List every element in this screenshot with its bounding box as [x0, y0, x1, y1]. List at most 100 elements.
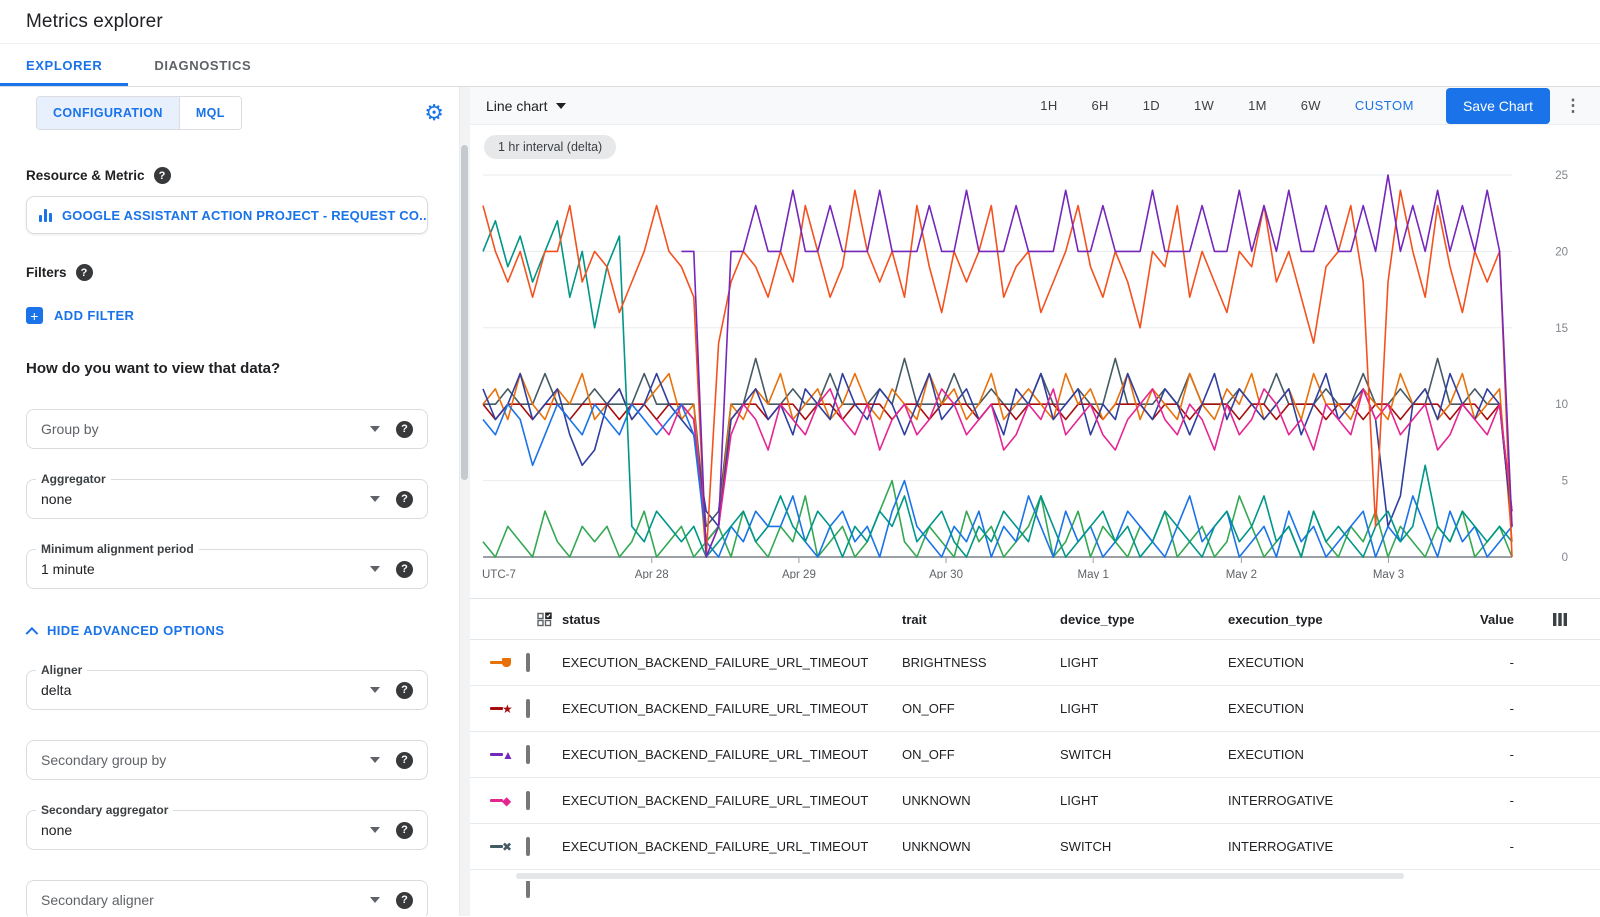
svg-text:10: 10 — [1555, 399, 1568, 411]
config-content: Resource & Metric ? GOOGLE ASSISTANT ACT… — [0, 167, 470, 916]
table-row: ◆EXECUTION_BACKEND_FAILURE_URL_TIMEOUTUN… — [470, 778, 1600, 824]
selected-metric-chip[interactable]: GOOGLE ASSISTANT ACTION PROJECT - REQUES… — [26, 196, 428, 234]
filters-label: Filters — [26, 265, 67, 280]
tab-explorer[interactable]: EXPLORER — [0, 44, 128, 86]
chart-panel: Line chart 1H 6H 1D 1W 1M 6W CUSTOM Save Char… — [470, 87, 1600, 916]
save-chart-button[interactable]: Save Chart — [1446, 88, 1550, 124]
field-secondary-aggregator[interactable]: Secondary aggregatornone? — [26, 810, 428, 850]
field-aligner[interactable]: Alignerdelta? — [26, 670, 428, 710]
config-header-row: CONFIGURATIONMQL ⚙ — [0, 87, 470, 139]
scrollbar-thumb[interactable] — [461, 145, 468, 480]
chevron-down-icon — [556, 103, 566, 109]
more-options-icon[interactable]: ⋮ — [1562, 96, 1584, 116]
add-filter-button[interactable]: + ADD FILTER — [26, 307, 428, 324]
row-checkbox[interactable] — [526, 745, 530, 764]
selected-metric-label: GOOGLE ASSISTANT ACTION PROJECT - REQUES… — [62, 208, 428, 223]
svg-text:0: 0 — [1562, 552, 1568, 564]
col-header-value[interactable]: Value — [1454, 612, 1540, 627]
select-series-icon[interactable] — [537, 612, 552, 627]
gear-icon[interactable]: ⚙ — [424, 102, 444, 124]
dropdown-caret-icon — [370, 426, 380, 432]
field-minimum-alignment-period[interactable]: Minimum alignment period1 minute? — [26, 549, 428, 589]
dropdown-caret-icon — [370, 687, 380, 693]
svg-text:May 2: May 2 — [1226, 569, 1257, 579]
help-icon[interactable]: ? — [396, 752, 413, 769]
col-header-trait[interactable]: trait — [902, 612, 1060, 627]
help-icon[interactable]: ? — [396, 561, 413, 578]
mode-button-configuration[interactable]: CONFIGURATION — [37, 97, 179, 129]
series-legend-swatch: ◆ — [490, 794, 526, 808]
cell-device-type: SWITCH — [1060, 839, 1228, 854]
config-mode-toggle: CONFIGURATIONMQL — [36, 96, 242, 130]
cell-execution-type: INTERROGATIVE — [1228, 839, 1454, 854]
cell-device-type: LIGHT — [1060, 655, 1228, 670]
dropdown-caret-icon — [370, 827, 380, 833]
dropdown-caret-icon — [370, 757, 380, 763]
help-icon[interactable]: ? — [396, 892, 413, 909]
resource-metric-label: Resource & Metric — [26, 168, 145, 183]
columns-icon[interactable] — [1552, 612, 1568, 627]
range-button-1d[interactable]: 1D — [1143, 98, 1160, 113]
advanced-fields: Alignerdelta? Secondary group by? Secondar… — [26, 670, 428, 916]
chart-toolbar: Line chart 1H 6H 1D 1W 1M 6W CUSTOM Save Char… — [470, 87, 1600, 125]
help-icon[interactable]: ? — [396, 822, 413, 839]
cell-value: - — [1454, 839, 1540, 854]
series-marker-x: ✖ — [502, 841, 512, 853]
table-header-row: statustraitdevice_typeexecution_typeValu… — [470, 598, 1600, 640]
row-checkbox[interactable] — [526, 653, 530, 672]
main: CONFIGURATIONMQL ⚙ Resource & Metric ? G… — [0, 87, 1600, 916]
chart-container[interactable]: 0510152025Apr 28Apr 29Apr 30May 1May 2Ma… — [470, 165, 1600, 584]
cell-trait: ON_OFF — [902, 701, 1060, 716]
custom-range-button[interactable]: CUSTOM — [1355, 98, 1414, 113]
timeseries-line-chart[interactable]: 0510152025Apr 28Apr 29Apr 30May 1May 2Ma… — [470, 165, 1600, 579]
configuration-panel: CONFIGURATIONMQL ⚙ Resource & Metric ? G… — [0, 87, 470, 916]
field-secondary-aligner[interactable]: Secondary aligner? — [26, 880, 428, 916]
advanced-toggle-label: HIDE ADVANCED OPTIONS — [47, 623, 224, 638]
panel-scrollbar[interactable] — [459, 87, 470, 916]
tab-diagnostics[interactable]: DIAGNOSTICS — [128, 44, 277, 86]
row-checkbox[interactable] — [526, 881, 530, 898]
cell-status: EXECUTION_BACKEND_FAILURE_URL_TIMEOUT — [562, 747, 902, 762]
range-button-1w[interactable]: 1W — [1194, 98, 1214, 113]
range-button-6w[interactable]: 6W — [1301, 98, 1321, 113]
mode-button-mql[interactable]: MQL — [179, 97, 241, 129]
svg-text:Apr 29: Apr 29 — [782, 569, 816, 579]
field-value: 1 minute — [41, 561, 354, 577]
help-icon[interactable]: ? — [396, 491, 413, 508]
hide-advanced-options-toggle[interactable]: HIDE ADVANCED OPTIONS — [26, 623, 428, 638]
svg-text:May 1: May 1 — [1078, 569, 1109, 579]
cell-trait: ON_OFF — [902, 747, 1060, 762]
row-checkbox[interactable] — [526, 791, 530, 810]
cell-status: EXECUTION_BACKEND_FAILURE_URL_TIMEOUT — [562, 655, 902, 670]
col-header-execution-type[interactable]: execution_type — [1228, 612, 1454, 627]
svg-text:UTC-7: UTC-7 — [482, 569, 516, 579]
help-icon[interactable]: ? — [76, 264, 93, 281]
field-group-by[interactable]: Group by? — [26, 409, 428, 449]
help-icon[interactable]: ? — [396, 421, 413, 438]
col-header-status[interactable]: status — [562, 612, 902, 627]
range-button-1m[interactable]: 1M — [1248, 98, 1267, 113]
chart-type-dropdown[interactable]: Line chart — [486, 98, 566, 114]
row-checkbox[interactable] — [526, 699, 530, 718]
field-aggregator[interactable]: Aggregatornone? — [26, 479, 428, 519]
row-checkbox[interactable] — [526, 837, 530, 856]
table-row: EXECUTION_BACKEND_FAILURE_URL_TIMEOUTBRI… — [470, 640, 1600, 686]
help-icon[interactable]: ? — [396, 682, 413, 699]
dropdown-caret-icon — [370, 897, 380, 903]
cell-device-type: SWITCH — [1060, 747, 1228, 762]
chart-type-label: Line chart — [486, 98, 547, 114]
range-button-1h[interactable]: 1H — [1040, 98, 1057, 113]
series-marker-diamond: ◆ — [502, 795, 511, 807]
col-header-device-type[interactable]: device_type — [1060, 612, 1228, 627]
series-legend-swatch: ✖ — [490, 840, 526, 854]
series-marker-star: ★ — [502, 703, 513, 715]
cell-value: - — [1454, 655, 1540, 670]
help-icon[interactable]: ? — [154, 167, 171, 184]
table-horizontal-scrollbar[interactable] — [516, 873, 1404, 879]
field-label: Aligner — [36, 663, 87, 677]
app-header: Metrics explorer — [0, 0, 1600, 44]
field-secondary-group-by[interactable]: Secondary group by? — [26, 740, 428, 780]
range-button-6h[interactable]: 6H — [1092, 98, 1109, 113]
plus-icon: + — [26, 307, 43, 324]
series-table: statustraitdevice_typeexecution_typeValu… — [470, 598, 1600, 916]
